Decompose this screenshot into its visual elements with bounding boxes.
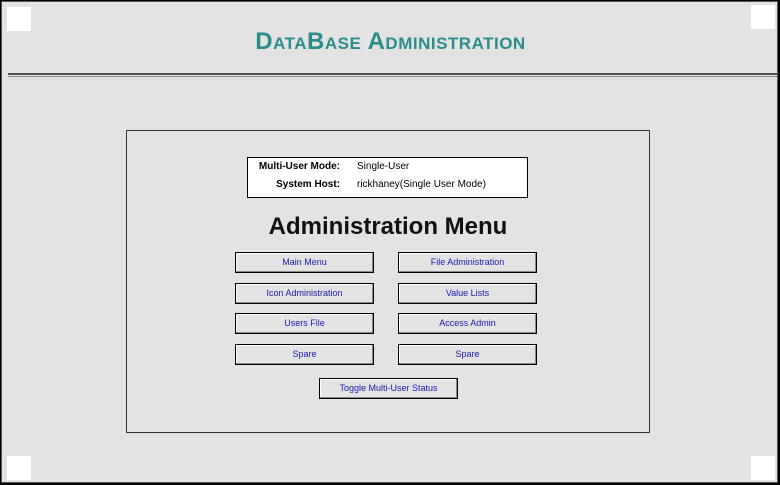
status-info-box: Multi-User Mode: Single-User System Host… bbox=[247, 157, 528, 198]
spare-button-right[interactable]: Spare bbox=[398, 344, 537, 365]
admin-menu-panel: Multi-User Mode: Single-User System Host… bbox=[126, 130, 650, 433]
host-value: rickhaney(Single User Mode) bbox=[357, 179, 486, 190]
spare-button-left[interactable]: Spare bbox=[235, 344, 374, 365]
corner-handle-top-right bbox=[751, 5, 775, 29]
access-admin-button[interactable]: Access Admin bbox=[398, 313, 537, 334]
host-label: System Host: bbox=[276, 179, 340, 190]
users-file-button[interactable]: Users File bbox=[235, 313, 374, 334]
mode-value: Single-User bbox=[357, 161, 410, 172]
title-divider bbox=[8, 73, 777, 75]
file-administration-button[interactable]: File Administration bbox=[398, 252, 537, 273]
value-lists-button[interactable]: Value Lists bbox=[398, 283, 537, 304]
mode-label: Multi-User Mode: bbox=[258, 161, 340, 172]
main-menu-button[interactable]: Main Menu bbox=[235, 252, 374, 273]
corner-handle-bottom-right bbox=[751, 456, 775, 480]
app-title: DataBase Administration bbox=[255, 28, 526, 55]
toggle-multi-user-button[interactable]: Toggle Multi-User Status bbox=[319, 378, 458, 399]
icon-administration-button[interactable]: Icon Administration bbox=[235, 283, 374, 304]
corner-handle-bottom-left bbox=[7, 456, 31, 480]
mode-row: Multi-User Mode: Single-User bbox=[248, 160, 527, 174]
menu-heading: Administration Menu bbox=[268, 213, 508, 240]
app-window: DataBase Administration Multi-User Mode:… bbox=[1, 1, 778, 483]
host-row: System Host: rickhaney(Single User Mode) bbox=[248, 178, 527, 192]
title-divider-secondary bbox=[8, 76, 777, 77]
